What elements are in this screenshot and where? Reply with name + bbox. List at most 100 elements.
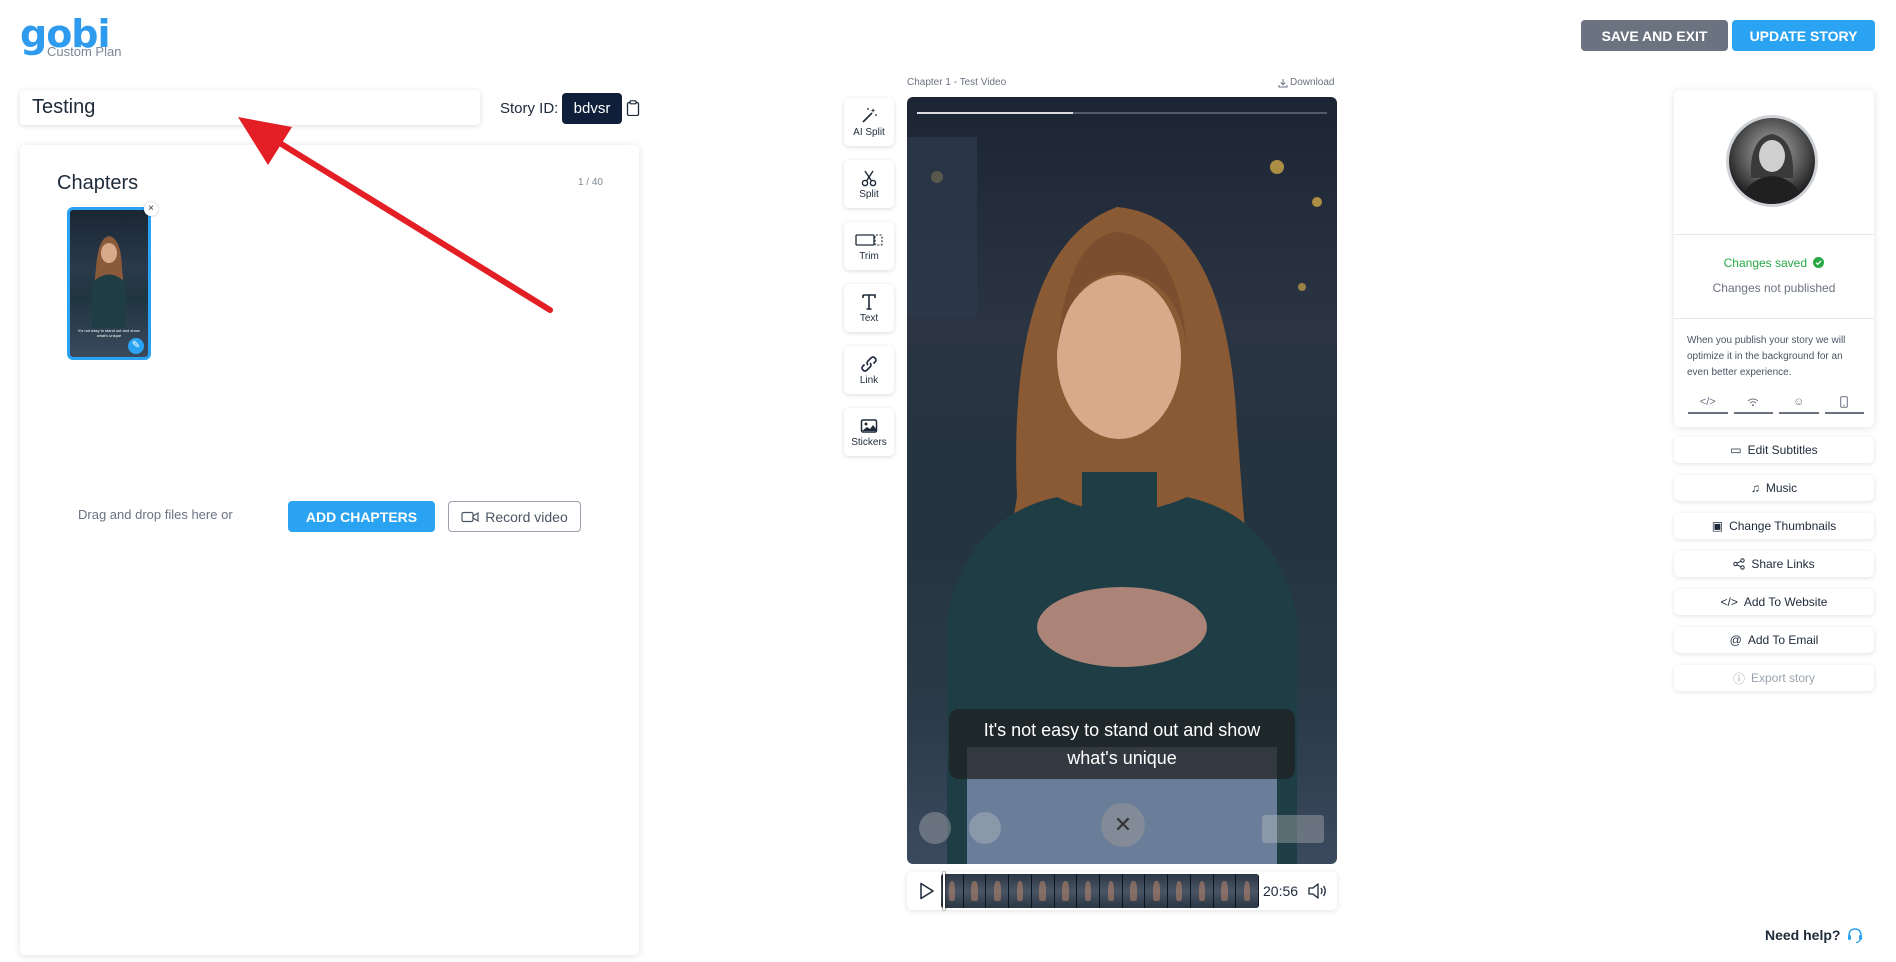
volume-icon[interactable] — [1307, 882, 1329, 900]
tool-link[interactable]: Link — [844, 346, 894, 394]
timeline-frame — [986, 874, 1010, 908]
export-story-label: Export story — [1750, 671, 1816, 685]
tool-label: Stickers — [851, 436, 887, 448]
edit-subtitles-button[interactable]: ▭ Edit Subtitles — [1674, 437, 1874, 463]
download-label: Download — [1290, 77, 1335, 88]
timeline-frames[interactable] — [941, 874, 1259, 908]
export-story-button[interactable]: ⓘ Export story — [1674, 665, 1874, 691]
timeline-frame — [1077, 874, 1101, 908]
story-title-input[interactable] — [20, 90, 480, 125]
tool-trim[interactable]: Trim — [844, 222, 894, 270]
download-link[interactable]: Download — [1278, 77, 1334, 88]
record-video-button[interactable]: Record video — [448, 501, 581, 532]
timeline-frame — [1100, 874, 1123, 908]
share-links-button[interactable]: Share Links — [1674, 551, 1874, 577]
scissors-icon — [861, 170, 877, 186]
timeline-frame — [1236, 874, 1259, 908]
video-overlay-button-3[interactable] — [1262, 815, 1324, 843]
link-icon — [861, 355, 877, 372]
tool-label: Text — [859, 312, 879, 324]
add-chapters-button[interactable]: ADD CHAPTERS — [288, 501, 435, 532]
code-icon: </> — [1720, 595, 1738, 609]
avatar-image — [1739, 134, 1805, 204]
changes-not-published-status: Changes not published — [1712, 281, 1836, 295]
chapter-ai-icon[interactable]: ✎ — [128, 338, 144, 354]
tool-label: Split — [859, 188, 879, 200]
music-icon: ♫ — [1750, 481, 1760, 495]
check-circle-icon — [1813, 257, 1825, 268]
trim-icon — [855, 233, 883, 246]
timeline-frame — [1168, 874, 1191, 908]
story-id-value: bdvsr — [562, 93, 622, 124]
info-icon: ⓘ — [1732, 671, 1745, 686]
wifi-icon — [1733, 392, 1773, 414]
mobile-icon — [1824, 392, 1864, 414]
record-video-label: Record video — [485, 508, 568, 525]
chapter-thumbnail[interactable]: It's not easy to stand out and show what… — [67, 207, 151, 360]
close-icon[interactable]: ✕ — [1101, 803, 1145, 847]
video-overlay-button-2[interactable] — [969, 812, 1001, 844]
divider — [1674, 318, 1874, 319]
camera-icon — [461, 511, 479, 522]
add-to-email-button[interactable]: @ Add To Email — [1674, 627, 1874, 653]
story-status-card: Changes saved Changes not published When… — [1674, 90, 1874, 427]
save-and-exit-button[interactable]: SAVE AND EXIT — [1581, 20, 1728, 51]
changes-saved-status: Changes saved — [1674, 256, 1874, 270]
add-to-website-label: Add To Website — [1743, 595, 1828, 609]
edit-subtitles-label: Edit Subtitles — [1747, 443, 1818, 457]
headset-icon — [1848, 928, 1863, 944]
add-to-website-button[interactable]: </> Add To Website — [1674, 589, 1874, 615]
timeline-frame — [1031, 874, 1055, 908]
image-icon: ▣ — [1711, 519, 1724, 533]
image-icon — [860, 418, 878, 433]
timeline-frame — [1054, 874, 1078, 908]
story-id-label: Story ID: — [500, 100, 559, 117]
timeline-frame — [1122, 874, 1146, 908]
video-progress-track[interactable] — [917, 112, 1327, 114]
video-overlay-button-1[interactable] — [919, 812, 951, 844]
share-links-label: Share Links — [1751, 557, 1815, 571]
play-icon[interactable] — [919, 882, 935, 900]
tool-text[interactable]: Text — [844, 284, 894, 332]
chapters-panel: Chapters 1 / 40 It's not easy to stand o… — [20, 145, 639, 955]
text-icon — [862, 293, 876, 310]
need-help-label: Need help? — [1765, 927, 1841, 943]
drag-drop-text: Drag and drop files here or — [78, 507, 233, 522]
timeline-frame — [1145, 874, 1169, 908]
need-help-link[interactable]: Need help? — [1765, 926, 1864, 944]
smile-icon: ☺ — [1779, 392, 1819, 414]
publish-info-text: When you publish your story we will opti… — [1687, 335, 1846, 378]
music-label: Music — [1765, 481, 1798, 495]
video-player[interactable]: It's not easy to stand out and show what… — [907, 97, 1337, 864]
tool-split[interactable]: Split — [844, 160, 894, 208]
clipboard-icon[interactable] — [626, 100, 640, 116]
divider — [1674, 234, 1874, 235]
video-timeline: 20:56 — [907, 872, 1337, 910]
video-time: 20:56 — [1263, 883, 1299, 899]
subtitle-overlay: It's not easy to stand out and show what… — [949, 709, 1295, 779]
avatar — [1726, 115, 1818, 207]
thumbnail-person-image — [92, 236, 126, 328]
timeline-playhead[interactable] — [943, 872, 945, 910]
timeline-frame — [1009, 874, 1032, 908]
music-button[interactable]: ♫ Music — [1674, 475, 1874, 501]
thumbnail-caption: It's not easy to stand out and show what… — [78, 328, 140, 338]
remove-chapter-icon[interactable]: × — [144, 202, 158, 216]
tool-ai-split[interactable]: AI Split — [844, 98, 894, 146]
timeline-frame — [963, 874, 987, 908]
chapters-heading: Chapters — [57, 172, 139, 194]
subtitles-icon: ▭ — [1730, 443, 1742, 457]
chapters-count: 1 / 40 — [577, 177, 603, 188]
code-icon: </> — [1688, 392, 1728, 414]
plan-label: Custom Plan — [47, 44, 122, 59]
update-story-button[interactable]: UPDATE STORY — [1732, 20, 1875, 51]
change-thumbnails-button[interactable]: ▣ Change Thumbnails — [1674, 513, 1874, 539]
timeline-frame — [1190, 874, 1214, 908]
tool-stickers[interactable]: Stickers — [844, 408, 894, 456]
change-thumbnails-label: Change Thumbnails — [1729, 519, 1837, 533]
video-chapter-title: Chapter 1 - Test Video — [907, 77, 1007, 88]
optimization-icons: </> ☺ — [1688, 392, 1864, 414]
tool-label: Link — [859, 374, 879, 386]
tool-label: AI Split — [853, 126, 885, 138]
gobi-logo[interactable]: gobi Custom Plan — [20, 14, 121, 59]
